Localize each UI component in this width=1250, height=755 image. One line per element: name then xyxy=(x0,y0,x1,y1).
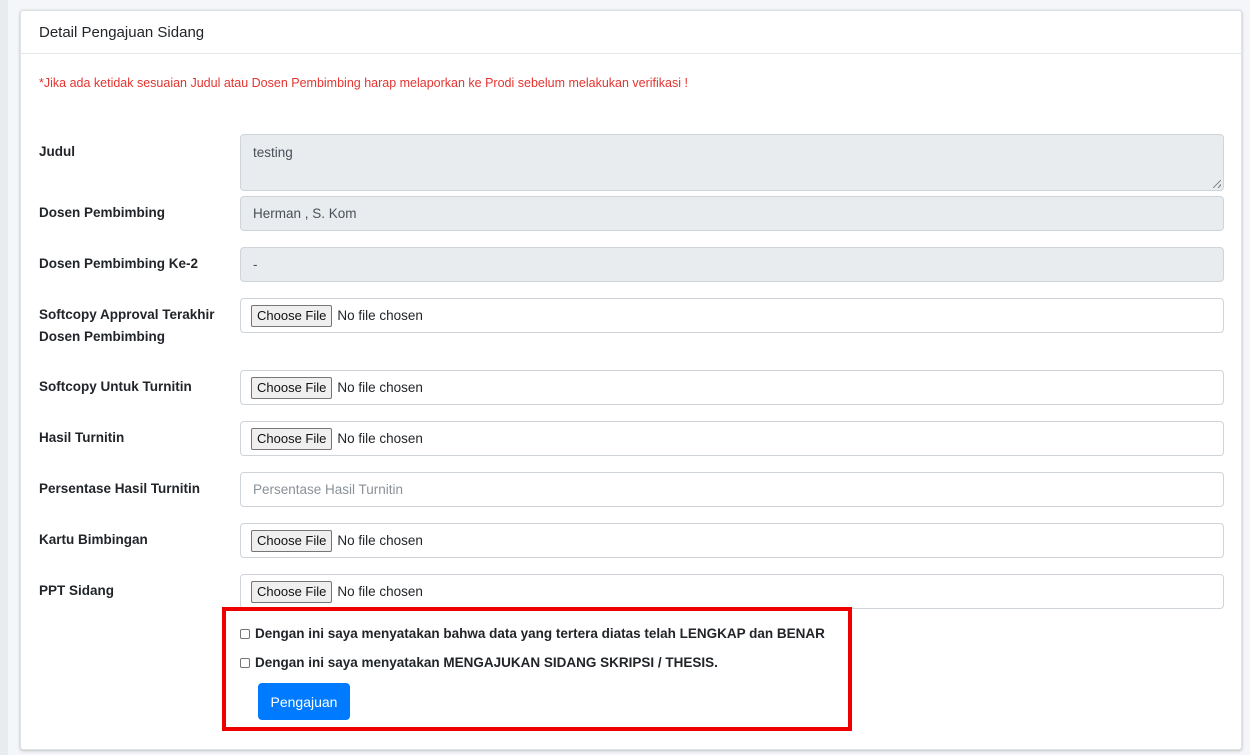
submit-button[interactable]: Pengajuan xyxy=(258,683,350,720)
choose-file-button[interactable]: Choose File xyxy=(251,580,333,603)
ppt-sidang-file-input[interactable]: Choose File No file chosen xyxy=(240,574,1224,609)
kartu-bimbingan-file-input[interactable]: Choose File No file chosen xyxy=(240,523,1224,558)
softcopy-turnitin-file-input[interactable]: Choose File No file chosen xyxy=(240,370,1224,405)
kartu-bimbingan-label: Kartu Bimbingan xyxy=(39,532,148,547)
confirm-submit-label[interactable]: Dengan ini saya menyatakan MENGAJUKAN SI… xyxy=(255,655,718,670)
sidebar-edge xyxy=(0,0,8,755)
dosen-pembimbing-value: Herman , S. Kom xyxy=(253,206,357,221)
softcopy-approval-file-input[interactable]: Choose File No file chosen xyxy=(240,298,1224,333)
hasil-turnitin-file-input[interactable]: Choose File No file chosen xyxy=(240,421,1224,456)
file-status: No file chosen xyxy=(337,380,423,395)
persentase-label: Persentase Hasil Turnitin xyxy=(39,481,201,496)
file-status: No file chosen xyxy=(337,431,423,446)
hasil-turnitin-label: Hasil Turnitin xyxy=(39,430,125,445)
judul-value: testing xyxy=(253,145,293,160)
persentase-field[interactable] xyxy=(240,472,1224,507)
persentase-input[interactable] xyxy=(253,482,1211,497)
warning-note: *Jika ada ketidak sesuaian Judul atau Do… xyxy=(39,76,688,90)
file-status: No file chosen xyxy=(337,533,423,548)
card-title: Detail Pengajuan Sidang xyxy=(21,11,1241,54)
choose-file-button[interactable]: Choose File xyxy=(251,376,333,399)
confirm-submit-checkbox[interactable] xyxy=(240,657,250,668)
softcopy-approval-label: Softcopy Approval Terakhir Dosen Pembimb… xyxy=(39,304,229,348)
choose-file-button[interactable]: Choose File xyxy=(251,304,333,327)
confirm-complete-checkbox[interactable] xyxy=(240,628,250,639)
file-status: No file chosen xyxy=(337,584,423,599)
ppt-sidang-label: PPT Sidang xyxy=(39,583,115,598)
resize-grip-icon[interactable] xyxy=(1213,180,1221,188)
dosen-pembimbing-field[interactable]: Herman , S. Kom xyxy=(240,196,1224,231)
file-status: No file chosen xyxy=(337,308,423,323)
choose-file-button[interactable]: Choose File xyxy=(251,529,333,552)
softcopy-approval-label-line1: Softcopy Approval Terakhir xyxy=(39,307,215,322)
dosen-pembimbing-2-value: - xyxy=(253,257,258,272)
judul-textarea[interactable]: testing xyxy=(240,134,1224,191)
dosen-pembimbing-2-field[interactable]: - xyxy=(240,247,1224,282)
dosen-pembimbing-2-label: Dosen Pembimbing Ke-2 xyxy=(39,256,199,271)
confirm-complete-checkbox-row[interactable]: Dengan ini saya menyatakan bahwa data ya… xyxy=(240,626,825,641)
judul-label: Judul xyxy=(39,144,75,159)
choose-file-button[interactable]: Choose File xyxy=(251,427,333,450)
softcopy-turnitin-label: Softcopy Untuk Turnitin xyxy=(39,379,192,394)
confirm-submit-checkbox-row[interactable]: Dengan ini saya menyatakan MENGAJUKAN SI… xyxy=(240,655,718,670)
confirm-complete-label[interactable]: Dengan ini saya menyatakan bahwa data ya… xyxy=(255,626,825,641)
dosen-pembimbing-label: Dosen Pembimbing xyxy=(39,205,166,220)
softcopy-approval-label-line2: Dosen Pembimbing xyxy=(39,329,166,344)
